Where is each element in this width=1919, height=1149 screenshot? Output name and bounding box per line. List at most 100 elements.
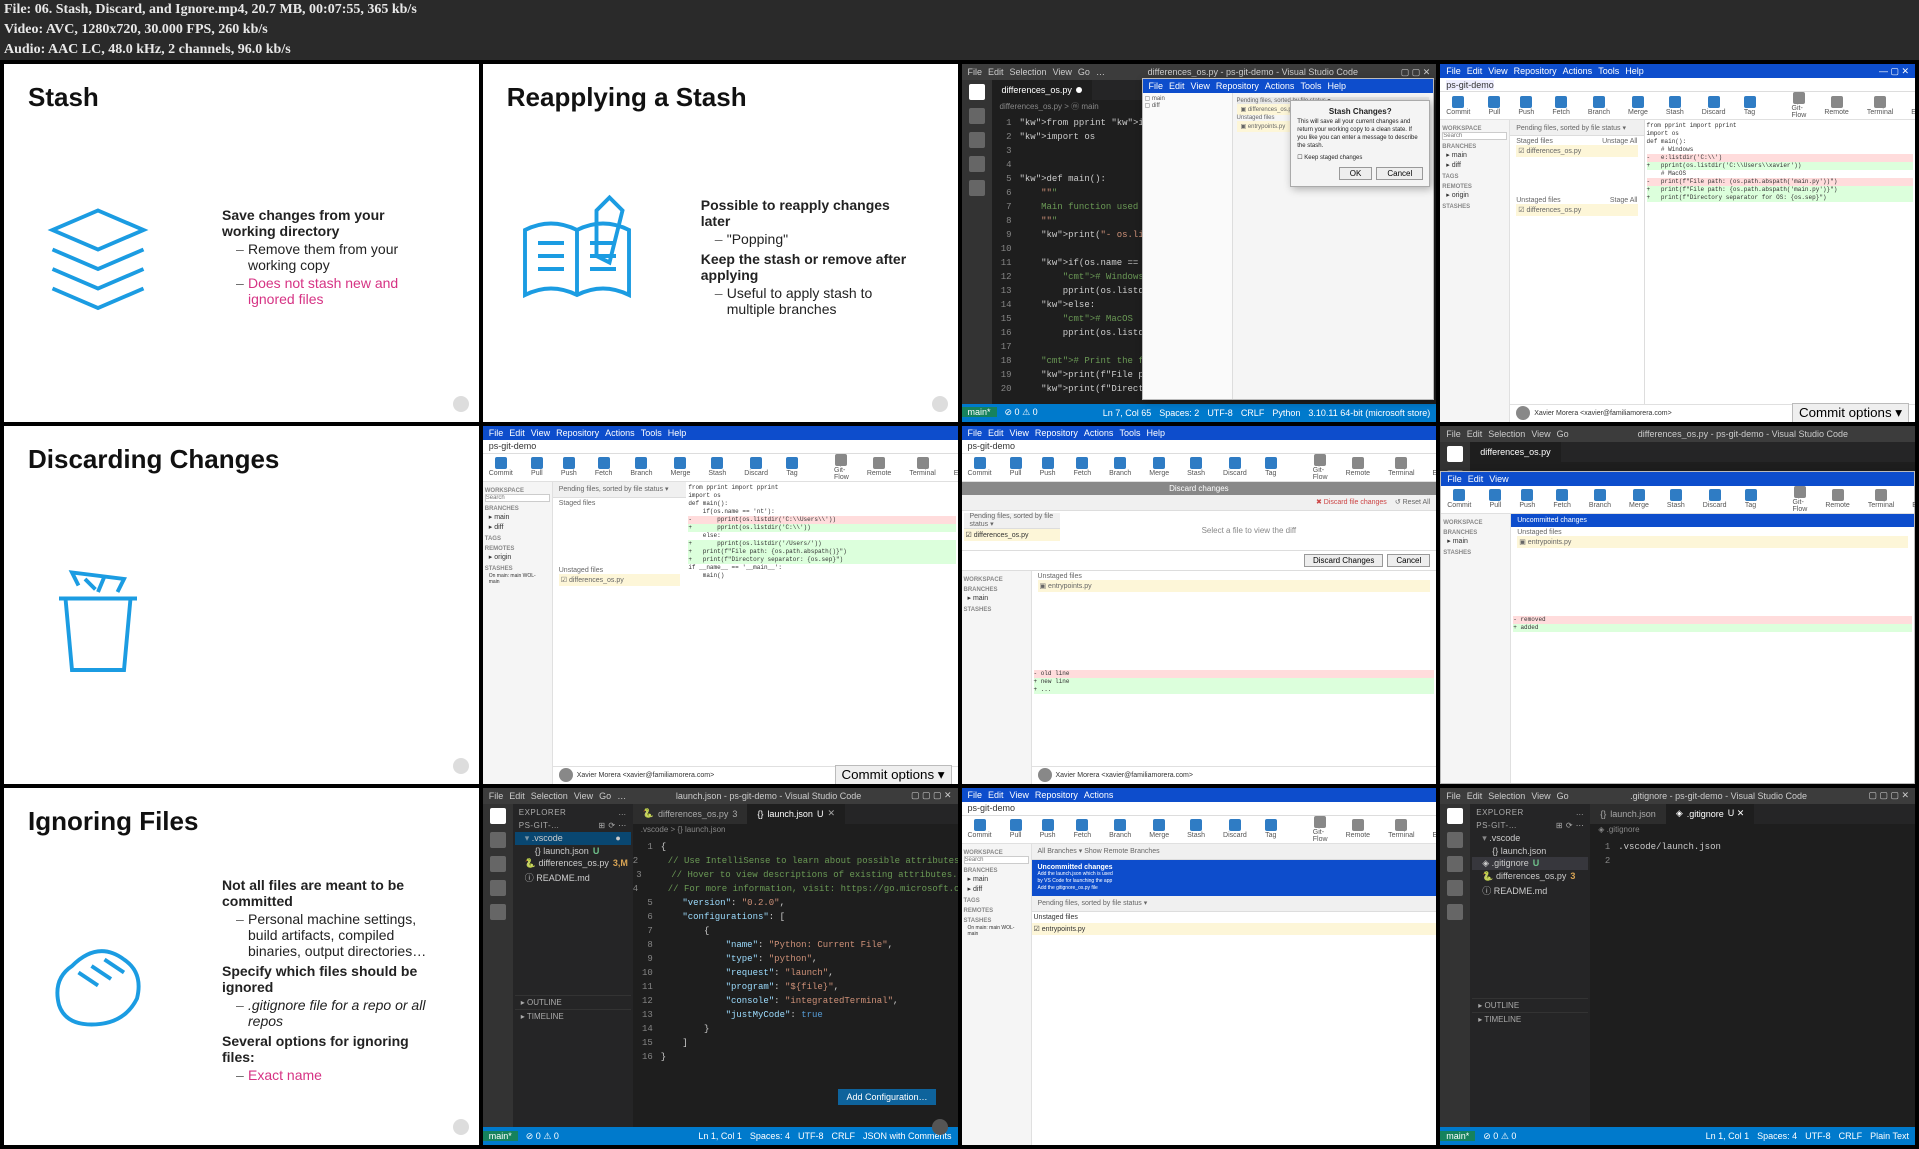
search-input[interactable] [964,856,1029,864]
activity-bar[interactable] [1440,804,1470,1128]
folder-vscode[interactable]: .vscode [1472,832,1588,845]
git-toolbar[interactable]: CommitPullPushFetchBranchMergeStashDisca… [962,454,1437,482]
toolbar-fetch[interactable]: Fetch [595,457,613,477]
toolbar-merge[interactable]: Merge [1149,457,1169,477]
git-repo-tab[interactable]: ps-git-demo [1446,80,1494,90]
toolbar-branch[interactable]: Branch [1589,489,1611,509]
window-controls[interactable]: ▢ ▢ ▢ ✕ [1868,790,1909,801]
git-toolbar[interactable]: CommitPullPushFetchBranchMergeStashDisca… [1440,92,1915,120]
toolbar-tag[interactable]: Tag [1744,96,1756,116]
toolbar-fetch[interactable]: Fetch [1074,457,1092,477]
git-menubar[interactable]: FileEditViewRepositoryActionsToolsHelp [489,428,686,438]
toolbar-explorer[interactable]: Explorer [1433,457,1437,477]
toolbar-branch[interactable]: Branch [1109,457,1131,477]
toolbar-git-flow[interactable]: Git-Flow [1313,816,1328,843]
discard-file-changes-link[interactable]: ✖ Discard file changes [1316,498,1387,506]
files-icon[interactable] [969,84,985,100]
remote-item[interactable]: ▸ origin [1442,190,1507,200]
search-input[interactable] [1442,132,1507,140]
toolbar-stash[interactable]: Stash [1187,457,1205,477]
menubar[interactable]: FileEditSelectionViewGo [1446,429,1568,439]
toolbar-push[interactable]: Push [1040,819,1056,839]
file-readme[interactable]: ⓘ README.md [515,870,631,885]
toolbar-push[interactable]: Push [561,457,577,477]
toolbar-stash[interactable]: Stash [708,457,726,477]
file-launch-json[interactable]: {} launch.jsonU [515,845,631,857]
git-menubar[interactable]: FileEditViewRepositoryActionsToolsHelp [968,428,1165,438]
toolbar-terminal[interactable]: Terminal [909,457,935,477]
file-row[interactable]: ☑ differences_os.py [559,574,681,586]
toolbar-pull[interactable]: Pull [1010,819,1022,839]
toolbar-merge[interactable]: Merge [1629,489,1649,509]
branch-item[interactable]: ▸ main [1442,150,1507,160]
toolbar-stash[interactable]: Stash [1667,489,1685,509]
git-side-item[interactable]: ▢ main [1145,95,1230,102]
window-controls[interactable]: ▢ ▢ ▢ ✕ [911,790,952,801]
file-row[interactable]: ☑ differences_os.py [1516,204,1637,216]
explorer-sidebar[interactable]: EXPLORER… PS-GIT-…⊞ ⟳ ⋯ .vscode ● {} lau… [513,804,633,1128]
git-menubar[interactable]: FileEditViewRepositoryActionsToolsHelp [1149,81,1346,91]
reset-all-link[interactable]: ↺ Reset All [1395,498,1430,506]
debug-icon[interactable] [969,156,985,172]
git-sidebar[interactable]: WORKSPACE BRANCHES ▸ main ▸ diff TAGS RE… [1440,120,1510,422]
toolbar-fetch[interactable]: Fetch [1552,96,1570,116]
file-readme[interactable]: ⓘ README.md [1472,883,1588,898]
toolbar-tag[interactable]: Tag [1745,489,1757,509]
toolbar-explorer[interactable]: Explorer [1912,489,1915,509]
toolbar-explorer[interactable]: Explorer [1433,819,1437,839]
commit-bar[interactable]: Xavier Morera <xavier@familiamorera.com>… [1510,404,1915,422]
file-differences-os[interactable]: 🐍 differences_os.py3,M [515,857,631,870]
add-configuration-button[interactable]: Add Configuration… [838,1089,935,1105]
commit-options-button[interactable]: Commit options ▾ [1792,403,1909,422]
toolbar-commit[interactable]: Commit [1447,489,1471,509]
menubar[interactable]: FileEditSelectionViewGo… [489,791,626,801]
toolbar-remote[interactable]: Remote [1825,489,1850,509]
tab-launch-json[interactable]: {} launch.json U ✕ [747,804,845,824]
file-row[interactable]: ☑ differences_os.py [1516,145,1637,157]
toolbar-tag[interactable]: Tag [1265,457,1277,477]
toolbar-git-flow[interactable]: Git-Flow [1313,454,1328,481]
status-bar[interactable]: main*⊘ 0 ⚠ 0 Ln 7, Col 65Spaces: 2UTF-8C… [962,404,1437,422]
window-controls[interactable]: — ▢ ✕ [1879,66,1909,77]
toolbar-discard[interactable]: Discard [1223,457,1247,477]
toolbar-pull[interactable]: Pull [1489,489,1501,509]
git-sidebar[interactable]: WORKSPACE BRANCHES ▸ main STASHES [962,571,1032,784]
toolbar-terminal[interactable]: Terminal [1867,96,1893,116]
cancel-button[interactable]: Cancel [1387,554,1430,567]
toolbar-explorer[interactable]: Explorer [954,457,958,477]
toolbar-commit[interactable]: Commit [968,457,992,477]
file-differences-os[interactable]: 🐍 differences_os.py3 [1472,870,1588,883]
file-launch-json[interactable]: {} launch.json [1472,845,1588,857]
timeline-section[interactable]: ▸ TIMELINE [515,1009,631,1023]
tab-differences-os[interactable]: 🐍 differences_os.py 3 [633,804,748,824]
toolbar-push[interactable]: Push [1040,457,1056,477]
toolbar-remote[interactable]: Remote [867,457,892,477]
toolbar-pull[interactable]: Pull [1488,96,1500,116]
toolbar-terminal[interactable]: Terminal [1868,489,1894,509]
git-side-item[interactable]: ▢ diff [1145,102,1230,109]
menubar[interactable]: FileEditSelectionViewGo [1446,791,1568,801]
toolbar-commit[interactable]: Commit [489,457,513,477]
scm-icon[interactable] [490,856,506,872]
toolbar-merge[interactable]: Merge [1628,96,1648,116]
branch-item[interactable]: ▸ main [485,512,550,522]
toolbar-push[interactable]: Push [1519,489,1535,509]
outline-section[interactable]: ▸ OUTLINE [515,995,631,1009]
toolbar-tag[interactable]: Tag [1265,819,1277,839]
toolbar-git-flow[interactable]: Git-Flow [1792,92,1807,119]
toolbar-fetch[interactable]: Fetch [1074,819,1092,839]
search-icon[interactable] [969,108,985,124]
extensions-icon[interactable] [490,904,506,920]
git-toolbar[interactable]: CommitPullPushFetchBranchMergeStashDisca… [483,454,958,482]
toolbar-merge[interactable]: Merge [1149,819,1169,839]
branch-item[interactable]: ▸ diff [1442,160,1507,170]
tab-differences-os[interactable]: differences_os.py [992,80,1092,100]
toolbar-commit[interactable]: Commit [968,819,992,839]
file-row[interactable]: ☑ differences_os.py [964,529,1060,541]
search-icon[interactable] [490,832,506,848]
debug-icon[interactable] [490,880,506,896]
toolbar-stash[interactable]: Stash [1187,819,1205,839]
toolbar-discard[interactable]: Discard [1703,489,1727,509]
extensions-icon[interactable] [969,180,985,196]
search-input[interactable] [485,494,550,502]
